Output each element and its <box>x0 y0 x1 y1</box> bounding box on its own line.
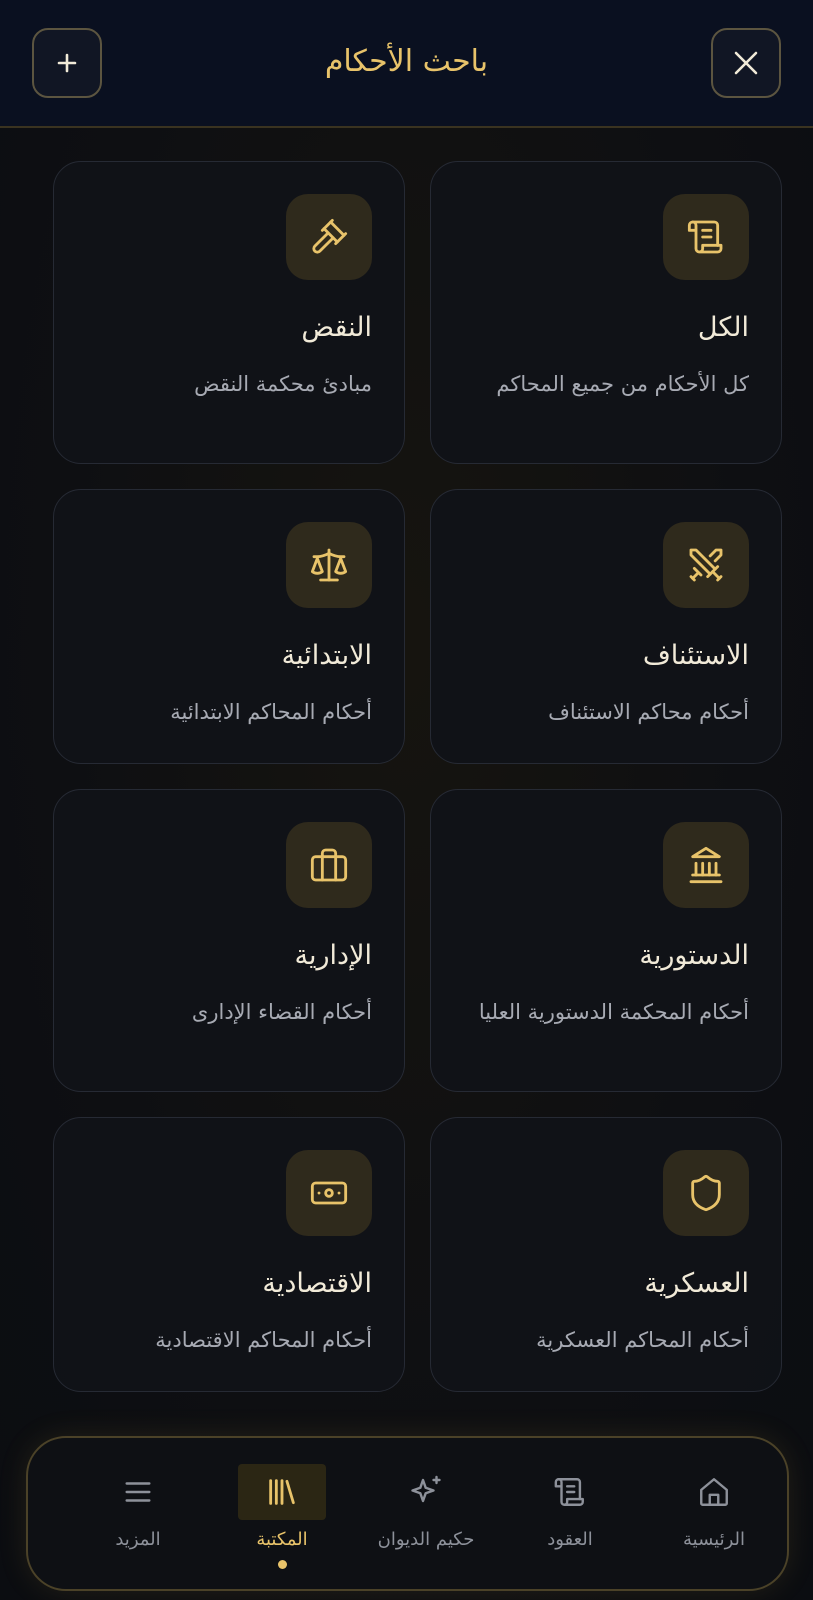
category-card-administrative[interactable]: الإدارية أحكام القضاء الإدارى <box>53 789 405 1092</box>
home-icon <box>670 1464 758 1520</box>
page-title: باحث الأحكام <box>324 44 489 79</box>
gavel-icon <box>286 194 372 280</box>
bottom-navigation: المزيد المكتبة حكيم الديوان العقود الرئي… <box>26 1436 789 1591</box>
category-card-military[interactable]: العسكرية أحكام المحاكم العسكرية <box>430 1117 782 1392</box>
active-indicator <box>277 1560 287 1569</box>
category-title: العسكرية <box>644 1268 749 1299</box>
landmark-icon <box>663 822 749 908</box>
close-icon <box>734 51 758 75</box>
category-title: الإدارية <box>294 940 372 971</box>
shield-icon <box>663 1150 749 1236</box>
category-card-primary[interactable]: الابتدائية أحكام المحاكم الابتدائية <box>53 489 405 764</box>
swords-icon <box>663 522 749 608</box>
nav-item-home[interactable]: الرئيسية <box>644 1464 784 1574</box>
close-button[interactable] <box>711 28 781 98</box>
category-description: أحكام محاكم الاستئناف <box>548 700 749 724</box>
category-card-cassation[interactable]: النقض مبادئ محكمة النقض <box>53 161 405 464</box>
category-description: كل الأحكام من جميع المحاكم <box>496 372 749 396</box>
category-title: الاستئناف <box>642 640 749 671</box>
sparkles-icon <box>382 1464 470 1520</box>
category-title: الابتدائية <box>281 640 372 671</box>
scroll-icon <box>663 194 749 280</box>
category-card-economic[interactable]: الاقتصادية أحكام المحاكم الاقتصادية <box>53 1117 405 1392</box>
nav-item-contracts[interactable]: العقود <box>500 1464 640 1574</box>
category-title: الاقتصادية <box>262 1268 372 1299</box>
category-card-all[interactable]: الكل كل الأحكام من جميع المحاكم <box>430 161 782 464</box>
nav-label: العقود <box>547 1529 593 1550</box>
nav-label: الرئيسية <box>683 1529 745 1550</box>
category-title: الدستورية <box>639 940 749 971</box>
category-description: أحكام المحاكم الابتدائية <box>170 700 372 724</box>
nav-item-hakim[interactable]: حكيم الديوان <box>356 1464 496 1574</box>
menu-icon <box>94 1464 182 1520</box>
category-description: مبادئ محكمة النقض <box>194 372 372 396</box>
nav-item-more[interactable]: المزيد <box>68 1464 208 1574</box>
category-title: الكل <box>697 312 749 343</box>
nav-label: حكيم الديوان <box>377 1529 475 1550</box>
app-header: باحث الأحكام <box>0 0 813 128</box>
category-description: أحكام المحاكم العسكرية <box>536 1328 749 1352</box>
category-description: أحكام المحاكم الاقتصادية <box>155 1328 372 1352</box>
banknote-icon <box>286 1150 372 1236</box>
category-card-constitutional[interactable]: الدستورية أحكام المحكمة الدستورية العليا <box>430 789 782 1092</box>
scales-icon <box>286 522 372 608</box>
nav-label: المكتبة <box>256 1529 308 1550</box>
category-card-appeal[interactable]: الاستئناف أحكام محاكم الاستئناف <box>430 489 782 764</box>
category-description: أحكام المحكمة الدستورية العليا <box>478 1000 749 1024</box>
scroll-icon <box>526 1464 614 1520</box>
category-title: النقض <box>301 312 372 343</box>
nav-label: المزيد <box>115 1529 161 1550</box>
category-description: أحكام القضاء الإدارى <box>191 1000 372 1024</box>
library-icon <box>238 1464 326 1520</box>
briefcase-icon <box>286 822 372 908</box>
nav-item-library[interactable]: المكتبة <box>212 1464 352 1574</box>
